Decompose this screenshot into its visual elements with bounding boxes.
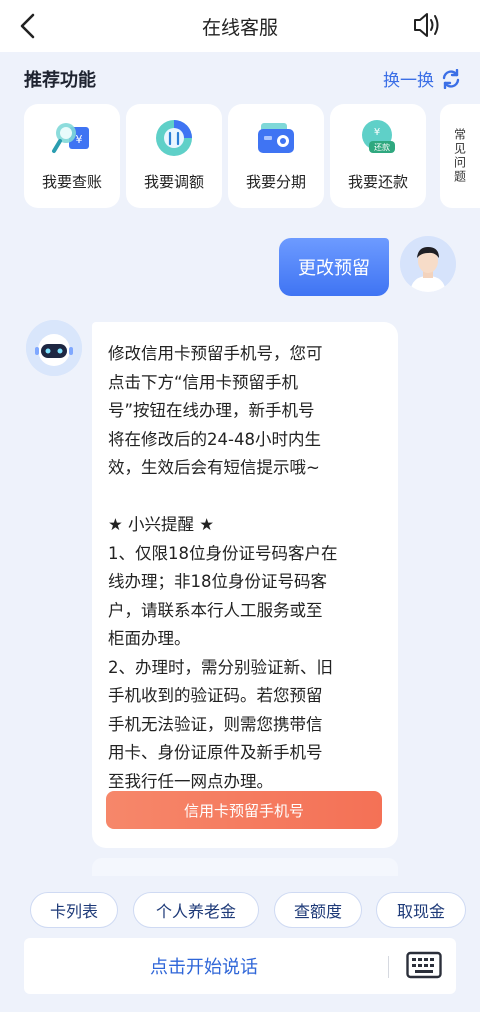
speaker-button[interactable] xyxy=(412,11,442,39)
keyboard-button[interactable] xyxy=(406,950,442,980)
card-repay[interactable]: ¥ 还款 我要还款 xyxy=(330,104,426,208)
back-arrow-icon xyxy=(20,13,35,39)
recommend-cards: ¥ 我要查账 我要调额 我要分期 ¥ 还款 我要还款 xyxy=(24,104,480,208)
avatar xyxy=(400,236,456,292)
divider xyxy=(388,956,389,978)
back-button[interactable] xyxy=(12,10,44,42)
chip-card-list[interactable]: 卡列表 xyxy=(30,892,118,928)
credit-card-phone-button[interactable]: 信用卡预留手机号 xyxy=(106,791,382,829)
refresh-button[interactable]: 换一换 xyxy=(383,66,462,91)
chip-check-limit[interactable]: 查额度 xyxy=(274,892,362,928)
repay-coin-icon: ¥ 还款 xyxy=(357,117,399,159)
voice-input-bar: 点击开始说话 xyxy=(24,938,456,994)
search-bill-icon: ¥ xyxy=(51,117,93,159)
faq-tab[interactable]: 常见问题 xyxy=(440,104,480,208)
bot-avatar xyxy=(26,320,82,376)
quick-chips: 卡列表 个人养老金 查额度 取现金 xyxy=(30,892,480,928)
card-adjust-limit[interactable]: 我要调额 xyxy=(126,104,222,208)
card-installment[interactable]: 我要分期 xyxy=(228,104,324,208)
adjust-limit-icon xyxy=(153,117,195,159)
card-label: 我要还款 xyxy=(347,173,408,191)
keyboard-icon xyxy=(406,951,442,979)
card-label: 我要分期 xyxy=(245,173,306,191)
svg-text:¥: ¥ xyxy=(374,127,380,138)
card-check-bill[interactable]: ¥ 我要查账 xyxy=(24,104,120,208)
refresh-label: 换一换 xyxy=(383,71,434,91)
robot-icon xyxy=(26,320,82,376)
user-message-bubble: 更改预留 xyxy=(279,238,389,296)
speaker-icon xyxy=(414,13,439,37)
voice-input-button[interactable]: 点击开始说话 xyxy=(24,938,384,994)
chip-pension[interactable]: 个人养老金 xyxy=(133,892,259,928)
bot-message-text: 修改信用卡预留手机号，您可 点击下方“信用卡预留手机 号”按钮在线办理，新手机号… xyxy=(108,344,338,791)
recommend-title: 推荐功能 xyxy=(24,70,96,91)
svg-text:¥: ¥ xyxy=(76,133,83,146)
card-label: 我要调额 xyxy=(143,173,204,191)
header-bar: 在线客服 xyxy=(0,0,480,52)
bot-message-bubble: 修改信用卡预留手机号，您可 点击下方“信用卡预留手机 号”按钮在线办理，新手机号… xyxy=(92,322,398,848)
user-avatar-icon xyxy=(400,236,456,292)
chip-withdraw-cash[interactable]: 取现金 xyxy=(376,892,466,928)
refresh-icon xyxy=(442,68,460,89)
page-title: 在线客服 xyxy=(201,16,278,39)
installment-wallet-icon xyxy=(255,117,297,159)
card-label: 我要查账 xyxy=(41,173,102,191)
svg-text:还款: 还款 xyxy=(374,142,390,152)
